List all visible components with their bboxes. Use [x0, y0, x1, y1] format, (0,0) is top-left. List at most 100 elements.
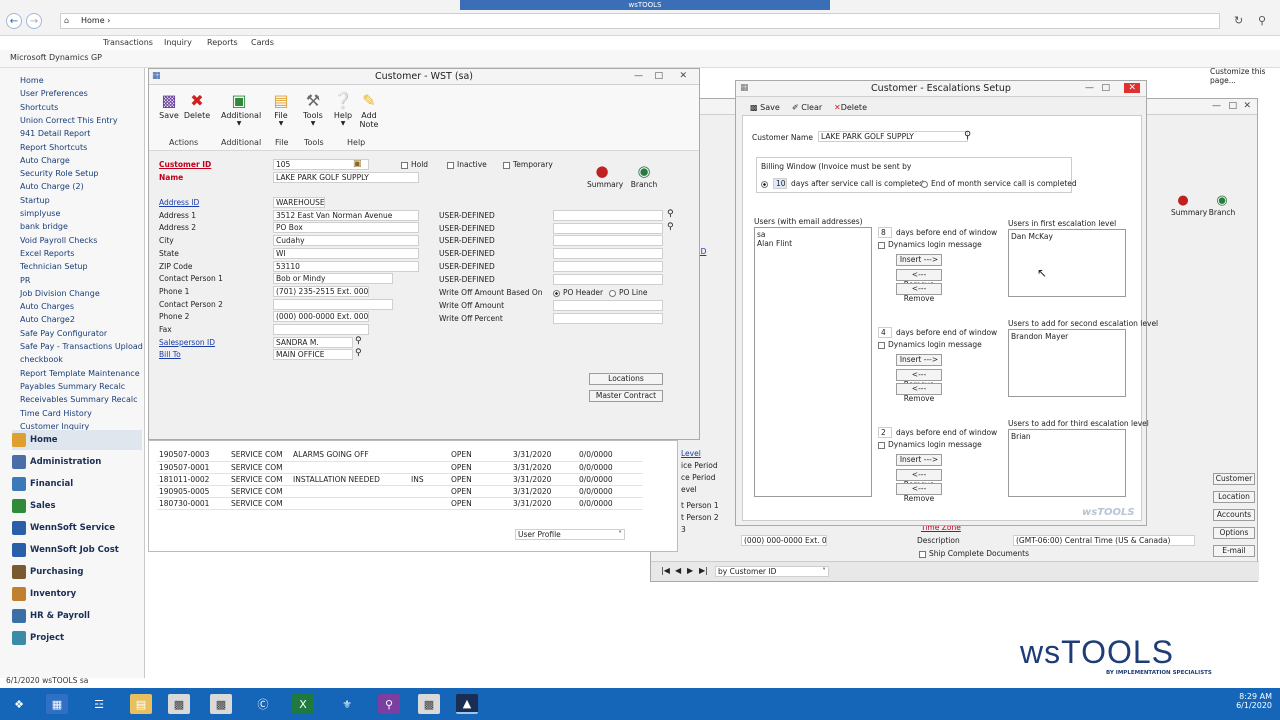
- app-name[interactable]: Microsoft Dynamics GP: [10, 53, 102, 62]
- forward-button[interactable]: →: [26, 13, 42, 29]
- maximize-icon[interactable]: □: [654, 71, 663, 81]
- nav-shortcut-item[interactable]: Auto Charge (2): [20, 182, 84, 191]
- nav-shortcut-item[interactable]: Safe Pay - Transactions Upload: [20, 342, 143, 351]
- nav-shortcut-item[interactable]: checkbook: [20, 355, 63, 364]
- lookup-icon[interactable]: ⚲: [355, 336, 362, 346]
- nav-section-item[interactable]: WennSoft Service: [12, 518, 142, 538]
- remove-button[interactable]: <--- Remove: [896, 483, 942, 503]
- help-button[interactable]: ❔ Help ▼: [329, 91, 357, 127]
- escalation-users-list[interactable]: Brian: [1008, 429, 1126, 497]
- salesperson-label[interactable]: Salesperson ID: [159, 338, 215, 347]
- sort-dropdown[interactable]: by Customer ID ˅: [715, 566, 829, 577]
- nav-shortcut-item[interactable]: Job Division Change: [20, 289, 100, 298]
- list-item[interactable]: Alan Flint: [757, 239, 869, 248]
- nav-shortcut-item[interactable]: Startup: [20, 196, 50, 205]
- search-app-icon[interactable]: ⚲: [378, 694, 400, 714]
- maximize-icon[interactable]: □: [1228, 101, 1237, 111]
- nav-shortcut-item[interactable]: Security Role Setup: [20, 169, 98, 178]
- delete-button[interactable]: ✖ Delete: [183, 91, 211, 120]
- timezone-field[interactable]: (GMT-06:00) Central Time (US & Canada): [1013, 535, 1195, 546]
- bill-to-label[interactable]: Bill To: [159, 350, 181, 359]
- file-button[interactable]: ▤ File ▼: [267, 91, 295, 127]
- nav-section-item[interactable]: Sales: [12, 496, 142, 516]
- branch-button[interactable]: ◉ Branch: [1207, 193, 1237, 217]
- inactive-checkbox[interactable]: Inactive: [447, 160, 487, 169]
- location-side-button[interactable]: Location: [1213, 491, 1255, 503]
- nav-shortcut-item[interactable]: Technician Setup: [20, 262, 88, 271]
- table-row[interactable]: 190905-0005 SERVICE COM OPEN 3/31/2020 0/0/0…: [157, 485, 643, 498]
- menu-inquiry[interactable]: Inquiry: [164, 38, 192, 47]
- po-header-radio[interactable]: PO Header: [553, 288, 603, 297]
- phone-field[interactable]: (000) 000-0000 Ext. 0000: [741, 535, 827, 546]
- manager-icon[interactable]: ▩: [168, 694, 190, 714]
- previous-record-icon[interactable]: ◀: [675, 566, 681, 575]
- customize-link[interactable]: Customize this page...: [1210, 67, 1280, 85]
- days-field[interactable]: 4: [878, 327, 892, 338]
- table-row[interactable]: 190507-0003 SERVICE COM ALARMS GOING OFF OP…: [157, 449, 643, 462]
- phone1-field[interactable]: (701) 235-2515 Ext. 0000: [273, 285, 369, 297]
- background-field-label[interactable]: Level: [681, 449, 701, 458]
- insert-button[interactable]: Insert --->: [896, 354, 942, 366]
- address-id-field[interactable]: WAREHOUSE: [273, 197, 325, 208]
- bill-to-field[interactable]: MAIN OFFICE: [273, 349, 353, 361]
- email-side-button[interactable]: E-mail: [1213, 545, 1255, 557]
- tools-button[interactable]: ⚒ Tools ▼: [299, 91, 327, 127]
- nav-shortcut-item[interactable]: Report Shortcuts: [20, 143, 87, 152]
- excel-icon[interactable]: X: [292, 694, 314, 714]
- minimize-icon[interactable]: —: [1085, 83, 1094, 93]
- menu-reports[interactable]: Reports: [207, 38, 238, 47]
- table-row[interactable]: 190507-0001 SERVICE COM OPEN 3/31/2020 0/0/0…: [157, 461, 643, 474]
- first-record-icon[interactable]: |◀: [661, 566, 670, 575]
- last-record-icon[interactable]: ▶|: [699, 566, 708, 575]
- insert-button[interactable]: Insert --->: [896, 454, 942, 466]
- close-icon[interactable]: ✕: [679, 71, 687, 81]
- summary-button[interactable]: ● Summary: [1171, 193, 1207, 217]
- list-item[interactable]: Brian: [1011, 432, 1123, 441]
- address1-field[interactable]: 3512 East Van Norman Avenue: [273, 209, 419, 221]
- dynamics-gp-icon[interactable]: ▲: [456, 694, 478, 714]
- write-off-percent-field[interactable]: [553, 313, 663, 324]
- server-manager-icon[interactable]: ☲: [88, 694, 110, 714]
- nav-section-item[interactable]: Inventory: [12, 584, 142, 604]
- options-side-button[interactable]: Options: [1213, 527, 1255, 539]
- next-record-icon[interactable]: ▶: [687, 566, 693, 575]
- users-list[interactable]: sa Alan Flint: [754, 227, 872, 497]
- list-item[interactable]: Brandon Mayer: [1011, 332, 1123, 341]
- nav-shortcut-item[interactable]: simplyuse: [20, 209, 60, 218]
- maximize-icon[interactable]: □: [1101, 83, 1110, 93]
- windows-start-icon[interactable]: ❖: [8, 694, 30, 714]
- hold-checkbox[interactable]: Hold: [401, 160, 428, 169]
- lookup-icon[interactable]: ⚲: [667, 209, 674, 219]
- minimize-icon[interactable]: —: [634, 71, 643, 81]
- write-off-amount-field[interactable]: [553, 300, 663, 311]
- search-icon[interactable]: ⚲: [1258, 14, 1266, 27]
- clock[interactable]: 8:29 AM 6/1/2020: [1212, 692, 1272, 710]
- summary-button[interactable]: ● Summary: [587, 162, 623, 189]
- user-defined-field[interactable]: [553, 260, 663, 272]
- salesperson-field[interactable]: SANDRA M.: [273, 336, 353, 348]
- note-icon[interactable]: ▣: [353, 159, 362, 169]
- ship-complete-checkbox[interactable]: Ship Complete Documents: [919, 549, 1029, 558]
- save-button[interactable]: ▩ Save: [155, 91, 183, 120]
- additional-button[interactable]: ▣ Additional ▼: [221, 91, 261, 127]
- days-field[interactable]: 2: [878, 427, 892, 438]
- billing-month-radio[interactable]: End of month service call is completed: [921, 179, 1077, 188]
- po-line-radio[interactable]: PO Line: [609, 288, 647, 297]
- address2-field[interactable]: PO Box: [273, 222, 419, 234]
- esc-delete-button[interactable]: ✕Delete: [834, 103, 867, 112]
- state-field[interactable]: WI: [273, 247, 419, 259]
- list-item[interactable]: sa: [757, 230, 869, 239]
- nav-section-item[interactable]: Administration: [12, 452, 142, 472]
- user-defined-field[interactable]: [553, 210, 663, 221]
- accounts-side-button[interactable]: Accounts: [1213, 509, 1255, 521]
- fax-field[interactable]: [273, 324, 369, 335]
- user-defined-field[interactable]: [553, 222, 663, 234]
- nav-shortcut-item[interactable]: PR: [20, 276, 30, 285]
- login-message-checkbox[interactable]: Dynamics login message: [878, 340, 982, 349]
- nav-shortcut-item[interactable]: Safe Pay Configurator: [20, 329, 107, 338]
- city-field[interactable]: Cudahy: [273, 235, 419, 247]
- nav-section-item[interactable]: HR & Payroll: [12, 606, 142, 626]
- table-row[interactable]: 181011-0002 SERVICE COM INSTALLATION NEEDE…: [157, 473, 643, 486]
- add-note-button[interactable]: ✎ Add Note: [355, 91, 383, 129]
- menu-transactions[interactable]: Transactions: [103, 38, 153, 47]
